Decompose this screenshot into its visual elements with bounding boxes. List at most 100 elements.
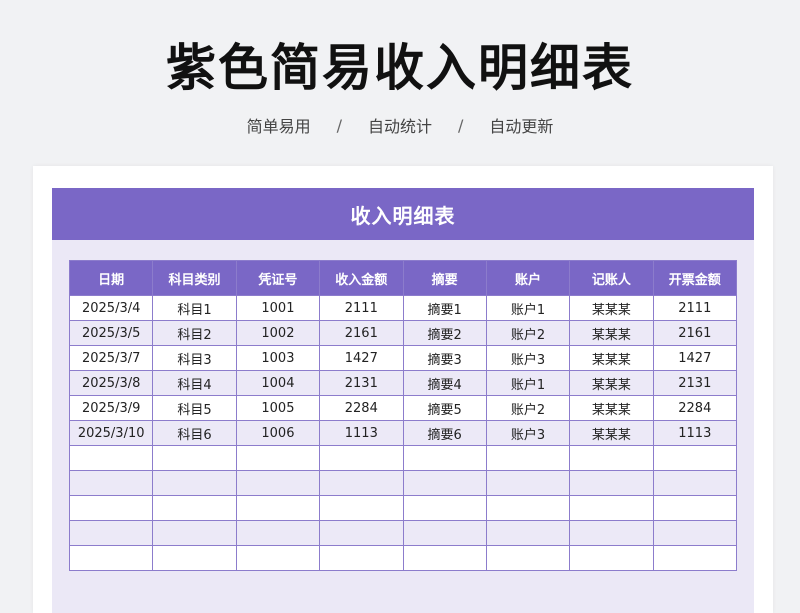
- table-cell[interactable]: 1427: [319, 345, 404, 371]
- table-cell[interactable]: [68, 520, 154, 546]
- table-cell[interactable]: [152, 520, 237, 546]
- table-cell[interactable]: 账户2: [485, 320, 571, 346]
- column-header[interactable]: 账户: [485, 260, 571, 296]
- table-cell[interactable]: 2025/3/8: [68, 370, 154, 396]
- table-row: [68, 445, 738, 471]
- table-cell[interactable]: [569, 520, 654, 546]
- table-cell[interactable]: 2025/3/9: [68, 395, 154, 421]
- table-cell[interactable]: [235, 445, 321, 471]
- table-cell[interactable]: 科目6: [152, 420, 237, 446]
- table-cell[interactable]: [402, 545, 487, 571]
- table-cell[interactable]: 摘要5: [402, 395, 487, 421]
- column-header[interactable]: 记账人: [569, 260, 654, 296]
- table-cell[interactable]: [569, 495, 654, 521]
- table-cell[interactable]: [68, 445, 154, 471]
- table-cell[interactable]: [652, 495, 738, 521]
- table-cell[interactable]: 科目1: [152, 295, 237, 321]
- table-cell[interactable]: 1427: [652, 345, 738, 371]
- table-cell[interactable]: 1002: [235, 320, 321, 346]
- table-cell[interactable]: [485, 445, 571, 471]
- table-cell[interactable]: [569, 445, 654, 471]
- table-cell[interactable]: [402, 445, 487, 471]
- table-cell[interactable]: [68, 470, 154, 496]
- table-cell[interactable]: 2025/3/10: [68, 420, 154, 446]
- table-cell[interactable]: 某某某: [569, 420, 654, 446]
- table-cell[interactable]: 科目5: [152, 395, 237, 421]
- table-cell[interactable]: [652, 445, 738, 471]
- table-cell[interactable]: 2111: [652, 295, 738, 321]
- table-cell[interactable]: [485, 495, 571, 521]
- table-cell[interactable]: 科目3: [152, 345, 237, 371]
- table-cell[interactable]: [319, 520, 404, 546]
- table-cell[interactable]: [235, 520, 321, 546]
- table-cell[interactable]: [319, 545, 404, 571]
- table-cell[interactable]: 2131: [652, 370, 738, 396]
- table-cell[interactable]: 2284: [319, 395, 404, 421]
- table-cell[interactable]: [319, 445, 404, 471]
- table-cell[interactable]: 1001: [235, 295, 321, 321]
- table-cell[interactable]: [319, 495, 404, 521]
- table-cell[interactable]: 2025/3/7: [68, 345, 154, 371]
- table-cell[interactable]: 科目2: [152, 320, 237, 346]
- table-cell[interactable]: 摘要1: [402, 295, 487, 321]
- table-cell[interactable]: 账户1: [485, 295, 571, 321]
- table-cell[interactable]: 某某某: [569, 395, 654, 421]
- table-cell[interactable]: 1113: [319, 420, 404, 446]
- table-cell[interactable]: 2161: [652, 320, 738, 346]
- table-cell[interactable]: [402, 520, 487, 546]
- table-cell[interactable]: [235, 545, 321, 571]
- table-cell[interactable]: [652, 470, 738, 496]
- table-cell[interactable]: 2284: [652, 395, 738, 421]
- table-cell[interactable]: 1005: [235, 395, 321, 421]
- table-cell[interactable]: 2131: [319, 370, 404, 396]
- table-cell[interactable]: [485, 545, 571, 571]
- table-cell[interactable]: [569, 545, 654, 571]
- table-cell[interactable]: [485, 470, 571, 496]
- table-cell[interactable]: [569, 470, 654, 496]
- table-cell[interactable]: 1003: [235, 345, 321, 371]
- table-cell[interactable]: 账户2: [485, 395, 571, 421]
- table-cell[interactable]: 账户3: [485, 345, 571, 371]
- table-cell[interactable]: 1113: [652, 420, 738, 446]
- table-cell[interactable]: [68, 545, 154, 571]
- table-cell[interactable]: [235, 495, 321, 521]
- table-cell[interactable]: 1006: [235, 420, 321, 446]
- table-cell[interactable]: [235, 470, 321, 496]
- table-cell[interactable]: [152, 445, 237, 471]
- table-cell[interactable]: [652, 545, 738, 571]
- table-cell[interactable]: 某某某: [569, 320, 654, 346]
- table-cell[interactable]: [152, 495, 237, 521]
- table-cell[interactable]: 2161: [319, 320, 404, 346]
- column-header[interactable]: 收入金额: [319, 260, 404, 296]
- table-cell[interactable]: 摘要4: [402, 370, 487, 396]
- table-body: 2025/3/4 科目1 1001 2111 摘要1 账户1 某某某 2111 2025/3/5…: [68, 295, 738, 571]
- column-header[interactable]: 摘要: [402, 260, 487, 296]
- table-cell[interactable]: 摘要3: [402, 345, 487, 371]
- table-panel: 日期 科目类别 凭证号 收入金额 摘要 账户 记账人 开票金额 2025/3/4 科目1 1001…: [52, 240, 754, 613]
- table-cell[interactable]: [402, 495, 487, 521]
- table-cell[interactable]: [152, 470, 237, 496]
- column-header[interactable]: 开票金额: [652, 260, 738, 296]
- table-cell[interactable]: [319, 470, 404, 496]
- table-cell[interactable]: 账户3: [485, 420, 571, 446]
- column-header[interactable]: 日期: [68, 260, 154, 296]
- table-cell[interactable]: 1004: [235, 370, 321, 396]
- table-cell[interactable]: [485, 520, 571, 546]
- table-cell[interactable]: 摘要2: [402, 320, 487, 346]
- table-cell[interactable]: 2025/3/5: [68, 320, 154, 346]
- table-cell[interactable]: [652, 520, 738, 546]
- table-cell[interactable]: 某某某: [569, 345, 654, 371]
- table-cell[interactable]: 某某某: [569, 295, 654, 321]
- table-cell[interactable]: 科目4: [152, 370, 237, 396]
- table-cell[interactable]: [152, 545, 237, 571]
- table-cell[interactable]: 某某某: [569, 370, 654, 396]
- column-header[interactable]: 科目类别: [152, 260, 237, 296]
- table-cell[interactable]: [402, 470, 487, 496]
- column-header[interactable]: 凭证号: [235, 260, 321, 296]
- table-cell[interactable]: 账户1: [485, 370, 571, 396]
- sheet-card: 收入明细表 日期 科目类别 凭证号 收入金额 摘要 账户 记账人 开票金额 2025/3/4 科…: [33, 166, 773, 613]
- table-cell[interactable]: 2111: [319, 295, 404, 321]
- table-cell[interactable]: 摘要6: [402, 420, 487, 446]
- table-cell[interactable]: [68, 495, 154, 521]
- table-cell[interactable]: 2025/3/4: [68, 295, 154, 321]
